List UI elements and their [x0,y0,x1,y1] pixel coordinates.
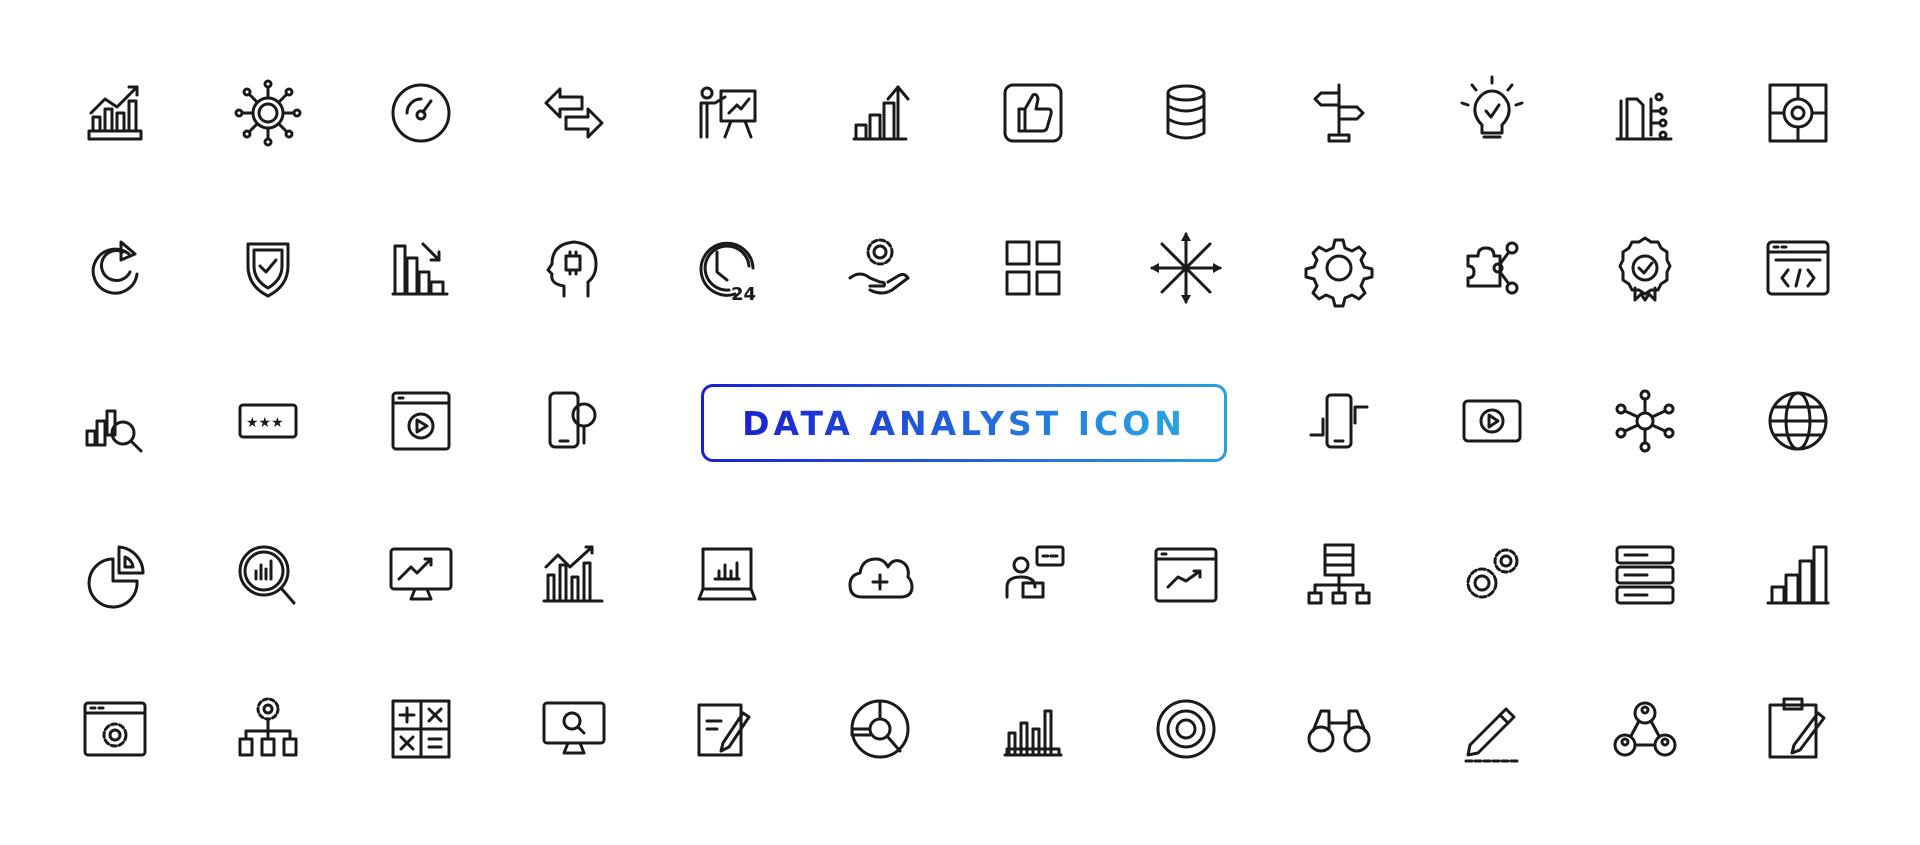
declining-chart-icon [381,228,461,308]
data-flow-icon [1605,73,1685,153]
server-stack-icon [1605,535,1685,615]
signpost-icon [1299,73,1379,153]
monitor-chart-icon [381,535,461,615]
mobile-search-icon [534,381,614,461]
bar-chart-icon [993,689,1073,769]
clipboard-edit-icon [1758,689,1838,769]
support-24-icon: 24 [687,228,767,308]
bar-trend-icon [534,535,614,615]
play-button-icon [1452,381,1532,461]
cloud-add-icon [840,535,920,615]
calculator-icon [381,689,461,769]
binoculars-icon [1299,689,1379,769]
idea-bulb-icon [1452,73,1532,153]
user-chat-icon [993,535,1073,615]
mobile-sync-icon [1299,381,1379,461]
gear-hierarchy-icon [228,689,308,769]
puzzle-share-icon [1452,228,1532,308]
team-network-icon [1605,689,1685,769]
title-banner: DATA ANALYST ICON [701,384,1227,462]
refresh-icon [75,228,155,308]
svg-text:★★★: ★★★ [246,415,284,431]
hierarchy-icon [1299,535,1379,615]
target-frame-icon [1758,73,1838,153]
code-window-icon [1758,228,1838,308]
speedometer-icon [381,73,461,153]
grid-apps-icon [993,228,1073,308]
growth-chart-icon [75,73,155,153]
gears-icon [1452,535,1532,615]
hand-gear-icon [840,228,920,308]
thumbs-up-icon [993,73,1073,153]
globe-icon [1758,381,1838,461]
browser-settings-icon [75,689,155,769]
bar-search-icon [75,381,155,461]
expand-arrows-icon [1146,228,1226,308]
settings-gear-icon [1299,228,1379,308]
chart-search-icon [228,535,308,615]
bar-steps-icon [1758,535,1838,615]
quality-badge-icon [1605,228,1685,308]
rating-stars-icon: ★★★ [228,381,308,461]
laptop-chart-icon [687,535,767,615]
donut-chart-icon [840,689,920,769]
pencil-icon [1452,689,1532,769]
svg-text:24: 24 [731,284,756,305]
banner-title: DATA ANALYST ICON [742,403,1186,443]
document-edit-icon [687,689,767,769]
presentation-icon [687,73,767,153]
shield-check-icon [228,228,308,308]
target-icon [1146,689,1226,769]
exchange-arrows-icon [534,73,614,153]
video-window-icon [381,381,461,461]
database-icon [1146,73,1226,153]
ai-head-icon [534,228,614,308]
network-nodes-icon [1605,381,1685,461]
bar-growth-icon [840,73,920,153]
pie-chart-icon [75,535,155,615]
browser-chart-icon [1146,535,1226,615]
network-hub-icon [228,73,308,153]
monitor-search-icon [534,689,614,769]
